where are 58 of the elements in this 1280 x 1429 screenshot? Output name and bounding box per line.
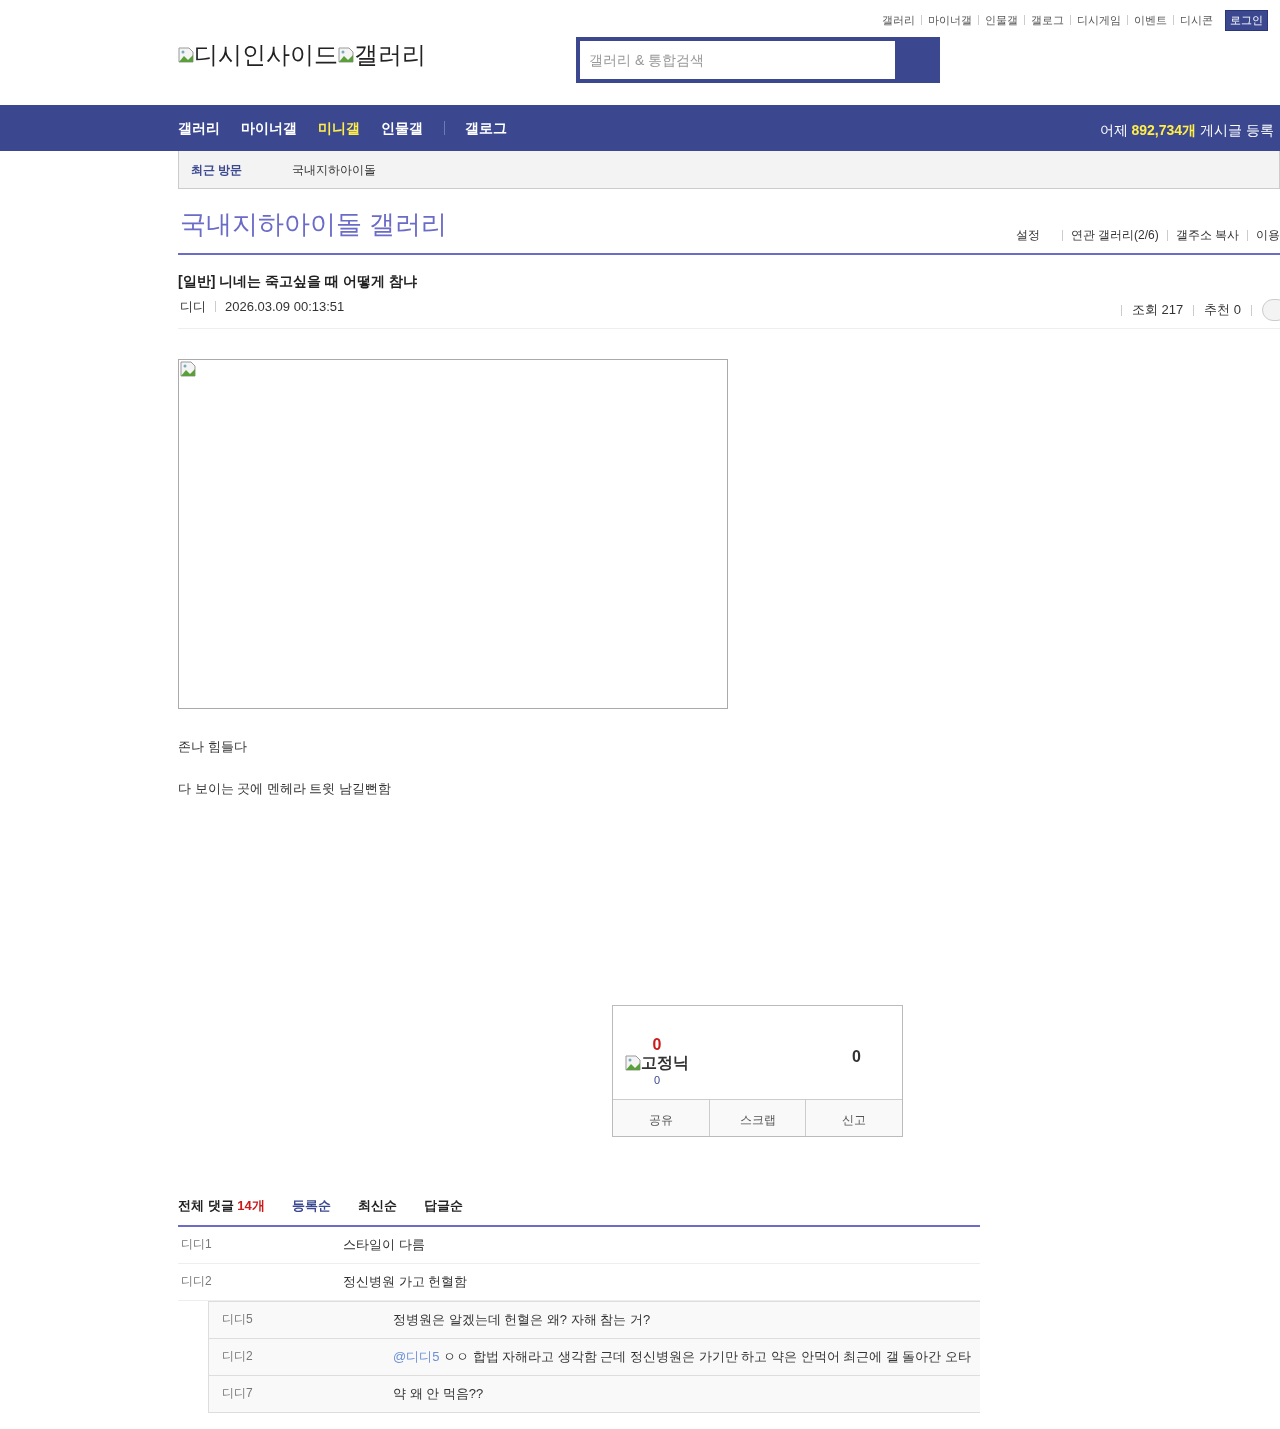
login-button[interactable]: 로그인 — [1225, 10, 1268, 31]
post-stat: 조회 217 — [1131, 301, 1184, 320]
top-link[interactable]: 디시게임 — [1077, 12, 1121, 29]
reply-author[interactable]: 디디7 — [209, 1384, 393, 1402]
nav-tab[interactable]: 마이너갤 — [241, 117, 297, 139]
broken-image-icon — [338, 47, 354, 63]
fixed-nick-label: 고정닉 — [641, 1054, 689, 1072]
post-stat: 추천 0 — [1204, 301, 1241, 320]
broken-image-icon — [625, 1055, 641, 1071]
reply-author[interactable]: 디디5 — [209, 1310, 393, 1328]
comment-text: 스타일이 다름 — [343, 1236, 425, 1255]
gallery-link[interactable]: 이용 — [1256, 226, 1280, 244]
sort-tab[interactable]: 답글순 — [423, 1196, 463, 1216]
action-button[interactable]: 스크랩 — [708, 1100, 806, 1136]
gallery-link[interactable]: 갤주소 복사 — [1175, 226, 1239, 244]
post-author[interactable]: 디디 — [180, 297, 206, 317]
top-link[interactable]: 이벤트 — [1134, 12, 1167, 29]
comment-author[interactable]: 디디2 — [178, 1272, 343, 1290]
search-field[interactable]: 갤러리 & 통합검색 — [576, 37, 940, 83]
sort-tab[interactable]: 등록순 — [291, 1196, 331, 1216]
downvote-count: 0 — [852, 1047, 861, 1067]
top-link[interactable]: 디시콘 — [1180, 12, 1213, 29]
section-logo[interactable]: 갤러리 — [354, 37, 426, 73]
post-date: 2026.03.09 00:13:51 — [225, 298, 345, 316]
top-link[interactable]: 갤러리 — [882, 12, 915, 29]
recent-visits-label: 최근 방문 — [191, 161, 244, 179]
gallery-title[interactable]: 국내지하아이돌 갤러리 — [180, 205, 448, 244]
reply-text: @디디5 ㅇㅇ 합법 자해라고 생각함 근데 정신병원은 가기만 하고 약은 안먹어 최근에 갤 돌아간 오타 — [393, 1348, 971, 1367]
comment-count: 전체 댓글 14개 — [178, 1197, 265, 1215]
reply-author[interactable]: 디디2 — [209, 1347, 393, 1365]
reply-text: 약 왜 안 먹음?? — [393, 1385, 484, 1404]
gallery-link[interactable]: 설정 — [1015, 226, 1040, 244]
broken-image-icon — [180, 361, 196, 377]
nav-tab[interactable]: 갤로그 — [465, 117, 507, 139]
stats-count: 892,734개 — [1131, 121, 1197, 140]
recent-gallery-link[interactable]: 국내지하아이돌 — [292, 160, 376, 179]
comment-author[interactable]: 디디1 — [178, 1235, 343, 1253]
reply-text: 정병원은 알겠는데 헌혈은 왜? 자해 참는 거? — [393, 1311, 651, 1330]
nav-tab[interactable]: 갤러리 — [178, 117, 220, 139]
sort-tab[interactable]: 최신순 — [357, 1196, 397, 1216]
nav-tab[interactable]: 미니갤 — [318, 117, 360, 139]
broken-image-icon — [178, 47, 194, 63]
top-link[interactable]: 인물갤 — [985, 12, 1018, 29]
stats-label: 어제 — [1099, 121, 1128, 140]
top-link[interactable]: 마이너갤 — [928, 12, 972, 29]
comment-text: 정신병원 가고 헌혈함 — [343, 1273, 468, 1292]
fixed-nick-count: 0 — [653, 1073, 661, 1088]
gallery-link[interactable]: 연관 갤러리(2/6) — [1070, 226, 1159, 244]
stats-label: 게시글 등록 — [1200, 121, 1274, 140]
body-text: 다 보이는 곳에 멘헤라 트윗 남길뻔함 — [178, 779, 393, 798]
post-title: [일반] 니네는 죽고싶을 때 어떻게 참냐 — [178, 272, 417, 291]
top-link[interactable]: 갤로그 — [1031, 12, 1064, 29]
nav-tab[interactable]: 인물갤 — [381, 117, 423, 139]
site-logo[interactable]: 디시인사이드 — [194, 37, 338, 73]
recommend-count: 0 — [652, 1036, 662, 1054]
action-button[interactable]: 신고 — [805, 1100, 902, 1136]
action-button[interactable]: 공유 — [613, 1100, 709, 1136]
body-text: 존나 힘들다 — [178, 738, 248, 756]
